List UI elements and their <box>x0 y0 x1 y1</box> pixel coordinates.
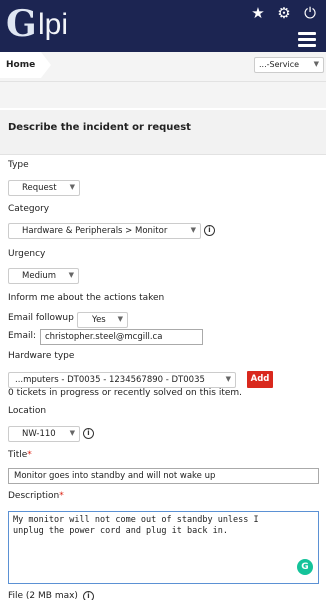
description-label: Description* <box>8 491 64 501</box>
file-label: File (2 MB max) <box>8 591 78 600</box>
service-select[interactable]: ...-Service ▼ <box>254 57 324 73</box>
title-label: Title* <box>8 450 32 460</box>
tickets-note: 0 tickets in progress or recently solved… <box>8 388 243 398</box>
hardware-select[interactable]: ...mputers - DT0035 - 1234567890 - DT003… <box>8 372 236 388</box>
urgency-select-value: Medium <box>22 271 56 281</box>
type-label: Type <box>8 160 29 170</box>
type-select[interactable]: Request ▼ <box>8 180 80 196</box>
email-label: Email: <box>8 331 37 341</box>
star-icon[interactable]: ★ <box>250 4 266 22</box>
chevron-down-icon: ▼ <box>69 183 75 191</box>
email-followup-label: Email followup <box>8 313 74 323</box>
info-icon[interactable]: i <box>83 428 94 439</box>
chevron-down-icon: ▼ <box>313 60 319 68</box>
grammarly-icon[interactable]: G <box>297 559 313 575</box>
form-title: Describe the incident or request <box>8 122 191 133</box>
category-select-value: Hardware & Peripherals > Monitor <box>22 226 168 236</box>
inform-label: Inform me about the actions taken <box>8 293 165 303</box>
type-select-value: Request <box>22 183 57 193</box>
glpi-logo[interactable]: G lpi <box>6 4 82 44</box>
category-select[interactable]: Hardware & Peripherals > Monitor ▼ <box>8 223 201 239</box>
spacer <box>0 82 326 108</box>
email-followup-value: Yes <box>92 315 106 325</box>
email-followup-select[interactable]: Yes ▼ <box>77 312 128 328</box>
gear-icon[interactable]: ⚙ <box>276 4 292 22</box>
form-header: Describe the incident or request <box>0 110 326 155</box>
logo-initial: G <box>6 3 37 45</box>
file-label-text: File (2 MB max) <box>8 591 78 600</box>
description-textarea[interactable]: My monitor will not come out of standby … <box>8 511 319 584</box>
location-select-value: NW-110 <box>22 429 56 439</box>
logo-text: lpi <box>38 8 69 41</box>
chevron-down-icon: ▼ <box>190 226 196 234</box>
service-select-value: ...-Service <box>259 60 300 69</box>
chevron-down-icon: ▼ <box>225 375 231 383</box>
required-mark: * <box>59 491 64 501</box>
chevron-down-icon: ▼ <box>68 271 74 279</box>
title-field[interactable]: Monitor goes into standby and will not w… <box>8 468 319 484</box>
urgency-label: Urgency <box>8 249 46 259</box>
logout-icon[interactable]: ⏻ <box>302 4 318 22</box>
hardware-select-value: ...mputers - DT0035 - 1234567890 - DT003… <box>15 375 205 385</box>
info-icon[interactable]: i <box>204 225 215 236</box>
breadcrumb-home[interactable]: Home <box>0 52 52 78</box>
location-select[interactable]: NW-110 ▼ <box>8 426 80 442</box>
category-label: Category <box>8 204 50 214</box>
chevron-down-icon: ▼ <box>117 315 123 323</box>
description-label-text: Description <box>8 491 60 501</box>
info-icon[interactable]: i <box>83 591 94 600</box>
urgency-select[interactable]: Medium ▼ <box>8 268 79 284</box>
menu-icon[interactable] <box>298 32 316 50</box>
required-mark: * <box>27 450 32 460</box>
location-label: Location <box>8 406 47 416</box>
email-field[interactable]: christopher.steel@mcgill.ca <box>40 329 203 345</box>
title-label-text: Title <box>8 450 28 460</box>
hardware-type-label: Hardware type <box>8 351 75 361</box>
chevron-down-icon: ▼ <box>69 429 75 437</box>
add-button[interactable]: Add <box>247 371 273 388</box>
top-navbar: G lpi ★ ⚙ ⏻ <box>0 0 326 52</box>
